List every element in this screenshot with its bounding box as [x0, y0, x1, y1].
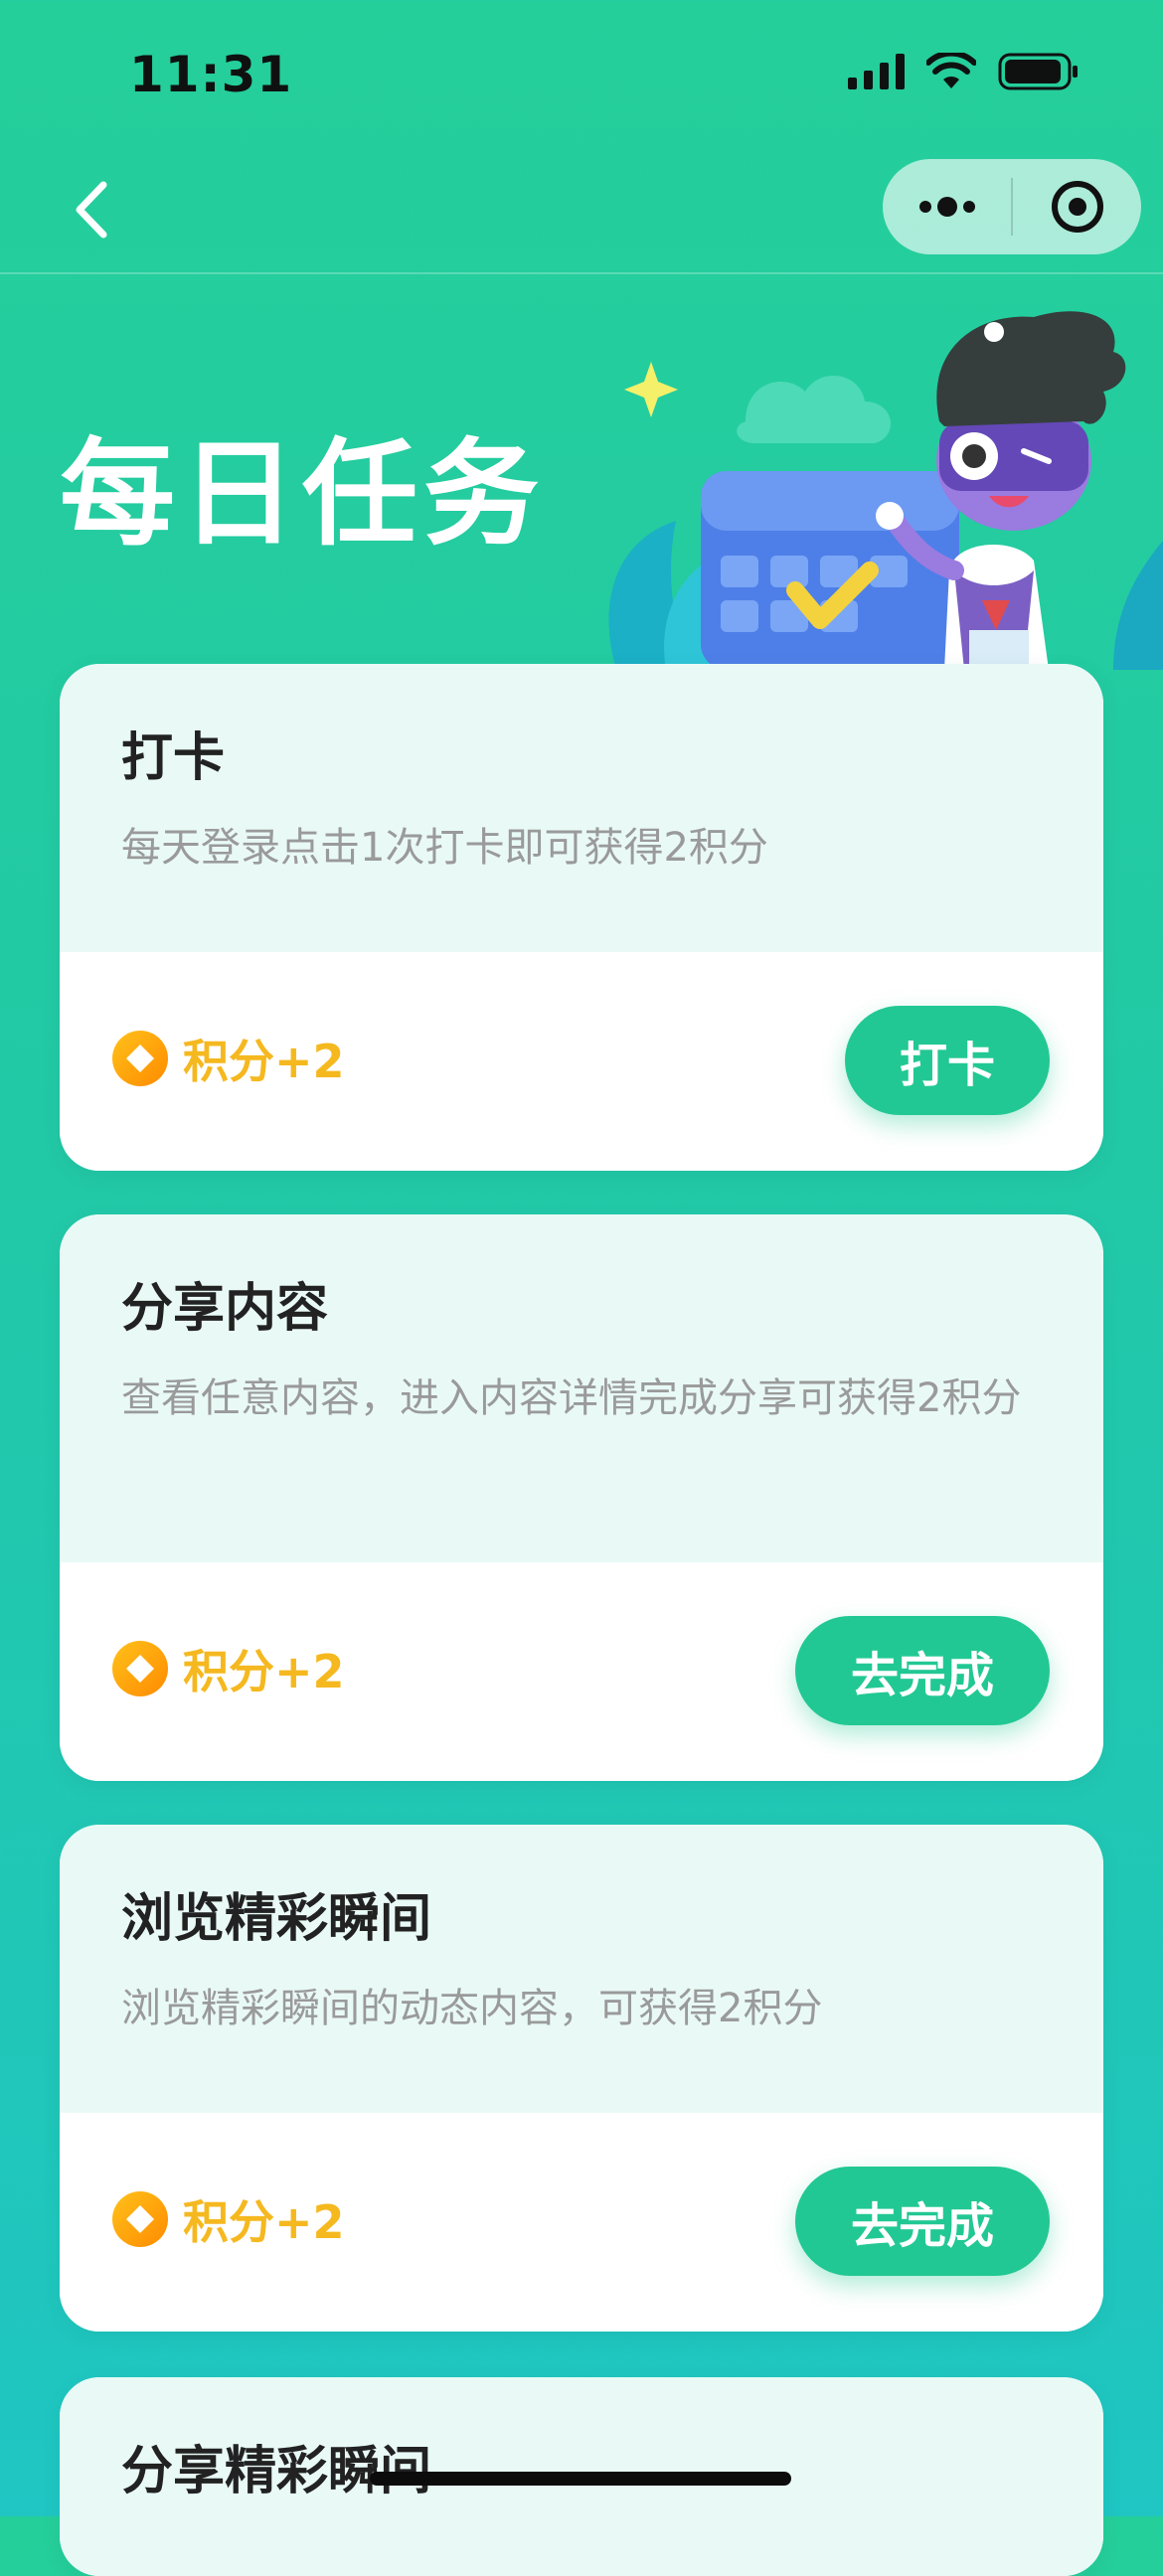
task-card-header: 打卡 每天登录点击1次打卡即可获得2积分 [60, 664, 1103, 952]
back-arrow-icon [76, 181, 107, 239]
navigation-bar [0, 149, 1163, 274]
task-description: 每天登录点击1次打卡即可获得2积分 [121, 825, 768, 872]
status-bar: 11:31 [0, 0, 1163, 149]
task-card-footer: 积分+2 去完成 [60, 2113, 1103, 2332]
complete-task-button[interactable]: 去完成 [795, 1616, 1050, 1725]
mascot-illustration [608, 311, 1163, 670]
task-title: 分享内容 [121, 1279, 329, 1339]
battery-icon [998, 52, 1080, 91]
checkin-button[interactable]: 打卡 [845, 1006, 1050, 1115]
home-indicator[interactable] [370, 2472, 791, 2486]
task-card-checkin: 打卡 每天登录点击1次打卡即可获得2积分 积分+2 打卡 [60, 664, 1103, 1171]
task-description: 浏览精彩瞬间的动态内容，可获得2积分 [121, 1986, 823, 2032]
task-card-header: 分享内容 查看任意内容，进入内容详情完成分享可获得2积分 [60, 1214, 1103, 1562]
task-description: 查看任意内容，进入内容详情完成分享可获得2积分 [121, 1375, 1022, 1422]
task-title: 打卡 [121, 728, 226, 788]
task-card-share-content: 分享内容 查看任意内容，进入内容详情完成分享可获得2积分 积分+2 去完成 [60, 1214, 1103, 1781]
task-title: 浏览精彩瞬间 [121, 1889, 432, 1949]
back-button[interactable] [60, 175, 129, 244]
hero-banner: 每日任务 [0, 272, 1163, 670]
page-title: 每日任务 [60, 427, 545, 562]
close-target-icon [1051, 181, 1103, 233]
wifi-icon [926, 53, 976, 90]
points-reward: 积分+2 [111, 2186, 345, 2252]
coin-icon [112, 1031, 168, 1086]
task-card-footer: 积分+2 打卡 [60, 952, 1103, 1171]
task-card-browse-moments: 浏览精彩瞬间 浏览精彩瞬间的动态内容，可获得2积分 积分+2 去完成 [60, 1825, 1103, 2332]
coin-icon [112, 2191, 168, 2247]
points-reward: 积分+2 [111, 1026, 345, 1091]
signal-icon [848, 54, 905, 89]
more-button[interactable] [883, 159, 1011, 254]
points-label: 积分+2 [183, 2195, 345, 2249]
points-reward: 积分+2 [111, 1636, 345, 1701]
close-button[interactable] [1013, 159, 1141, 254]
status-time: 11:31 [129, 46, 293, 103]
coin-icon [112, 1641, 168, 1696]
task-card-header: 浏览精彩瞬间 浏览精彩瞬间的动态内容，可获得2积分 [60, 1825, 1103, 2113]
points-label: 积分+2 [183, 1645, 345, 1698]
miniprogram-capsule [883, 159, 1141, 254]
status-icons [848, 52, 1080, 91]
task-card-footer: 积分+2 去完成 [60, 1562, 1103, 1781]
points-label: 积分+2 [183, 1035, 345, 1088]
more-dots-icon [918, 197, 975, 217]
complete-task-button[interactable]: 去完成 [795, 2167, 1050, 2276]
sparkle-icon [624, 362, 678, 417]
